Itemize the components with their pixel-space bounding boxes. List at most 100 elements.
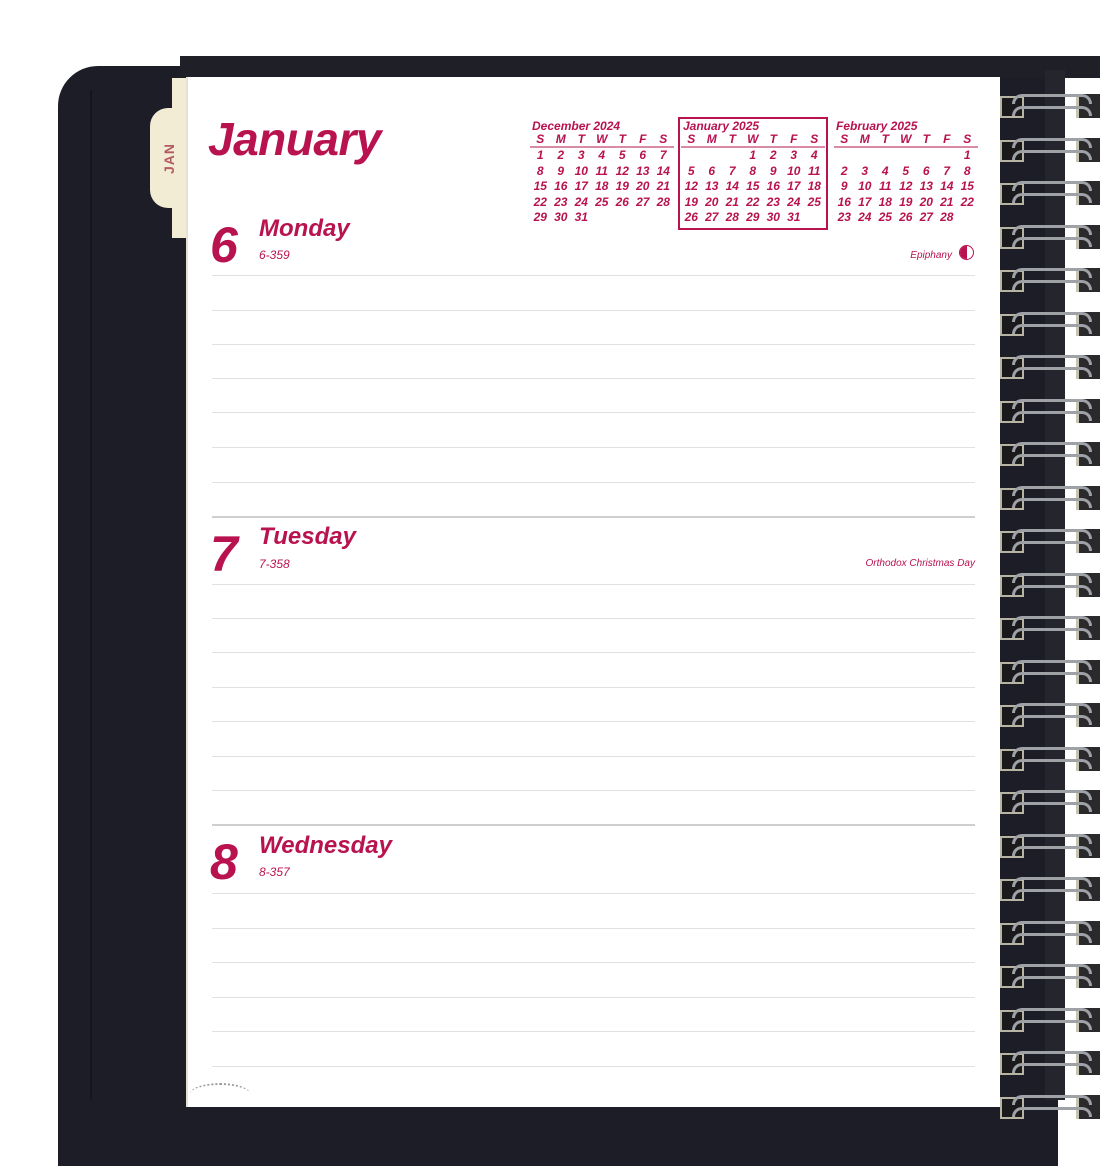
calendar-date: 3 — [577, 148, 585, 162]
calendar-date: 8 — [536, 163, 544, 178]
calendar-date: 28 — [725, 210, 739, 224]
weekday-header: S — [653, 133, 674, 148]
spiral-coil — [1000, 745, 1100, 775]
calendar-date: 23 — [766, 194, 780, 209]
calendar-date — [957, 210, 978, 226]
calendar-date: 25 — [595, 194, 609, 209]
calendar-date: 16 — [766, 179, 780, 193]
mini-calendar-title: January 2025 — [683, 119, 760, 133]
weekday-header: S — [530, 133, 551, 148]
cover-top-edge — [180, 56, 1100, 78]
weekday-header: W — [742, 133, 763, 148]
calendar-date: 6 — [639, 148, 647, 162]
calendar-date — [896, 147, 917, 164]
weekday-header: T — [722, 133, 743, 148]
month-title: January — [208, 113, 381, 165]
mini-calendar-title: December 2024 — [532, 119, 621, 133]
calendar-date: 27 — [636, 194, 650, 209]
day-divider — [212, 824, 975, 826]
weekday-header: T — [875, 133, 896, 148]
calendar-date: 15 — [533, 179, 547, 193]
calendar-date: 21 — [940, 194, 954, 209]
calendar-date: 27 — [919, 210, 933, 224]
writing-line — [212, 756, 975, 757]
writing-line — [212, 928, 975, 929]
writing-line — [212, 482, 975, 483]
calendar-date: 21 — [725, 194, 739, 209]
calendar-date: 22 — [960, 194, 974, 209]
calendar-date: 1 — [963, 148, 971, 162]
calendar-date: 8 — [963, 163, 971, 178]
writing-line — [212, 412, 975, 413]
calendar-date: 12 — [684, 179, 698, 193]
day-divider — [212, 516, 975, 518]
calendar-date — [633, 210, 654, 226]
weekday-header: S — [957, 133, 978, 148]
writing-line — [212, 721, 975, 722]
day-name: Wednesday — [259, 832, 392, 859]
calendar-date: 4 — [810, 148, 818, 162]
calendar-date: 7 — [943, 163, 951, 178]
calendar-date: 22 — [533, 194, 547, 209]
calendar-date: 10 — [787, 163, 801, 178]
writing-line — [212, 447, 975, 448]
calendar-date: 7 — [659, 148, 667, 162]
calendar-date — [612, 210, 633, 226]
day-count: 7-358 — [259, 557, 290, 571]
calendar-date — [702, 147, 723, 164]
writing-line — [212, 790, 975, 791]
calendar-date: 26 — [615, 194, 629, 209]
weekday-header: T — [612, 133, 633, 148]
weekday-header: S — [804, 133, 825, 148]
calendar-date: 4 — [598, 148, 606, 162]
calendar-date: 25 — [878, 210, 892, 224]
calendar-date: 27 — [705, 210, 719, 224]
spiral-coil — [1000, 701, 1100, 731]
calendar-date: 17 — [787, 179, 801, 193]
calendar-date: 12 — [899, 179, 913, 193]
mini-calendar-title: February 2025 — [836, 119, 918, 133]
calendar-date — [916, 147, 937, 164]
spiral-coil — [1000, 397, 1100, 427]
spiral-coil — [1000, 266, 1100, 296]
mini-calendar-prev: December 2024 S M T W T F S 1 2 3 4 5 6 7 8 9 10 11 12 13 14 1… — [530, 119, 674, 226]
calendar-date: 10 — [858, 179, 872, 193]
calendar-date: 24 — [858, 210, 872, 224]
weekday-header: T — [916, 133, 937, 148]
calendar-date: 6 — [922, 163, 930, 178]
day-number: 6 — [210, 217, 238, 273]
calendar-date: 17 — [574, 179, 588, 193]
calendar-date: 17 — [858, 194, 872, 209]
spiral-coil — [1000, 614, 1100, 644]
day-number: 7 — [210, 526, 238, 582]
calendar-date: 5 — [902, 163, 910, 178]
calendar-date: 24 — [574, 194, 588, 209]
calendar-date: 28 — [656, 194, 670, 209]
weekday-header: M — [701, 133, 722, 148]
weekday-header: F — [936, 133, 957, 148]
spiral-coil — [1000, 179, 1100, 209]
calendar-date: 20 — [705, 194, 719, 209]
writing-line — [212, 893, 975, 894]
holiday-label: Orthodox Christmas Day — [865, 558, 975, 569]
calendar-date: 2 — [769, 148, 777, 162]
calendar-date: 11 — [879, 179, 892, 193]
spiral-coil — [1000, 92, 1100, 122]
calendar-date: 29 — [746, 210, 760, 224]
writing-line — [212, 652, 975, 653]
calendar-date: 5 — [687, 163, 695, 178]
calendar-date: 1 — [749, 148, 757, 162]
calendar-date — [937, 147, 958, 164]
calendar-date: 9 — [840, 179, 848, 193]
calendar-date: 18 — [595, 179, 609, 193]
calendar-date: 19 — [899, 194, 913, 209]
calendar-date: 11 — [808, 163, 821, 178]
writing-line — [212, 310, 975, 311]
day-name: Monday — [259, 215, 350, 242]
calendar-date — [592, 210, 613, 226]
spiral-coil — [1000, 223, 1100, 253]
calendar-date: 10 — [574, 163, 588, 178]
writing-line — [212, 275, 975, 276]
calendar-date: 19 — [615, 179, 629, 193]
calendar-date: 3 — [861, 163, 869, 178]
